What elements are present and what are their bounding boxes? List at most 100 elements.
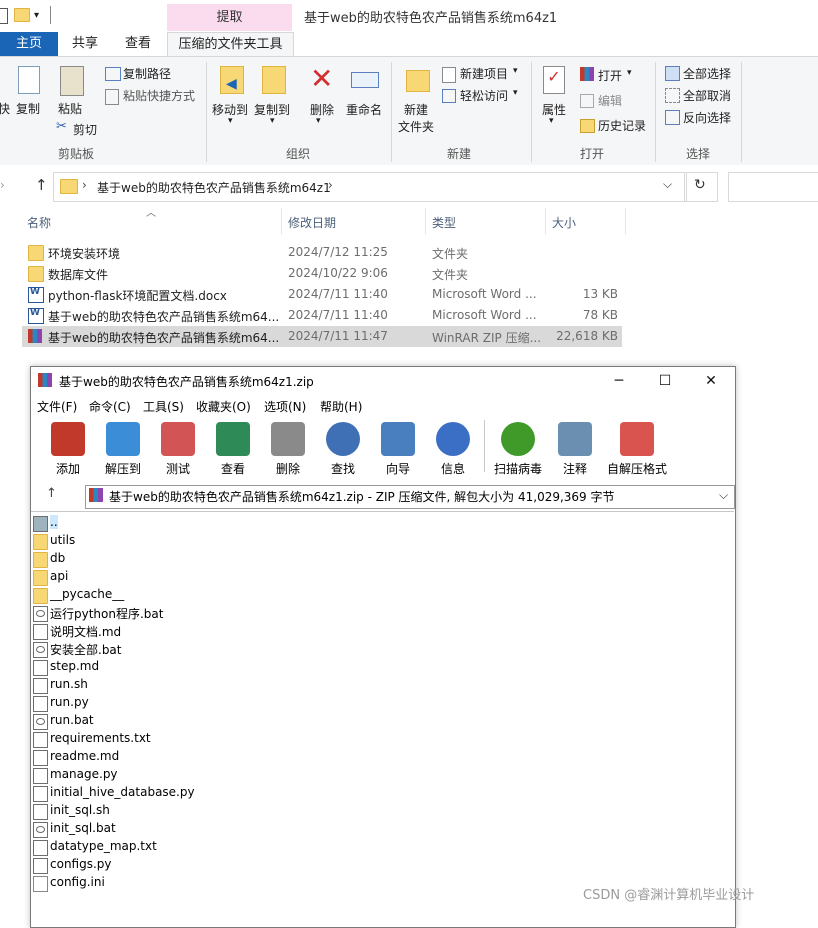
copy-path-button[interactable]: 复制路径 bbox=[123, 65, 171, 82]
cut-button[interactable]: 剪切 bbox=[73, 121, 97, 138]
file-row[interactable]: 数据库文件 2024/10/22 9:06 文件夹 bbox=[22, 263, 622, 284]
file-row-selected[interactable]: 基于web的助农特色农产品销售系统m64... 2024/7/11 11:47 … bbox=[22, 326, 622, 347]
menu-favorites[interactable]: 收藏夹(O) bbox=[196, 398, 251, 415]
select-all-button[interactable]: 全部选择 bbox=[683, 65, 731, 82]
entry-name: run.sh bbox=[50, 677, 88, 691]
invert-selection-button[interactable]: 反向选择 bbox=[683, 109, 731, 126]
menu-tools[interactable]: 工具(S) bbox=[143, 398, 184, 415]
edit-button[interactable]: 编辑 bbox=[598, 92, 622, 109]
column-divider[interactable] bbox=[545, 208, 546, 234]
quick-access-properties-icon[interactable] bbox=[0, 8, 8, 24]
config-file-icon bbox=[33, 876, 48, 892]
file-row[interactable]: 基于web的助农特色农产品销售系统m64... 2024/7/11 11:40 … bbox=[22, 305, 622, 326]
file-date: 2024/7/11 11:40 bbox=[288, 308, 388, 322]
toolbar-scan-virus-button[interactable]: 扫描病毒 bbox=[489, 420, 547, 476]
path-dropdown-icon[interactable]: ⌵ bbox=[719, 488, 728, 503]
file-icon bbox=[33, 696, 48, 712]
breadcrumb-expand-icon[interactable]: › bbox=[328, 178, 333, 192]
word-document-icon bbox=[28, 308, 44, 324]
file-row[interactable]: python-flask环境配置文档.docx 2024/7/11 11:40 … bbox=[22, 284, 622, 305]
winrar-up-arrow-icon[interactable]: ↑ bbox=[46, 486, 57, 501]
easy-access-dropdown-icon[interactable]: ▾ bbox=[513, 88, 518, 98]
toolbar-view-button[interactable]: 查看 bbox=[207, 420, 259, 476]
paste-button[interactable]: 粘贴 bbox=[58, 100, 82, 117]
address-history-dropdown-icon[interactable]: ⌵ bbox=[663, 177, 672, 192]
toolbar-label: 信息 bbox=[440, 462, 465, 476]
toolbar-label: 删除 bbox=[275, 462, 300, 476]
column-divider[interactable] bbox=[625, 208, 626, 234]
new-item-dropdown-icon[interactable]: ▾ bbox=[513, 66, 518, 76]
menu-options[interactable]: 选项(N) bbox=[264, 398, 306, 415]
toolbar-comment-button[interactable]: 注释 bbox=[549, 420, 601, 476]
refresh-icon: ↻ bbox=[694, 177, 706, 193]
menu-help[interactable]: 帮助(H) bbox=[320, 398, 362, 415]
column-divider[interactable] bbox=[281, 208, 282, 234]
quick-access-dropdown-icon[interactable]: ▾ bbox=[34, 10, 39, 21]
open-dropdown-icon[interactable]: ▾ bbox=[627, 68, 632, 78]
paste-shortcut-button[interactable]: 粘贴快捷方式 bbox=[123, 87, 195, 104]
toolbar-find-button[interactable]: 查找 bbox=[317, 420, 369, 476]
history-button[interactable]: 历史记录 bbox=[598, 117, 646, 134]
batch-file-icon bbox=[33, 606, 48, 622]
close-button[interactable]: ✕ bbox=[688, 367, 734, 395]
winrar-path-text: 基于web的助农特色农产品销售系统m64z1.zip - ZIP 压缩文件, 解… bbox=[109, 490, 615, 504]
scissors-icon: ✂ bbox=[56, 119, 67, 134]
search-input[interactable] bbox=[728, 172, 818, 202]
toolbar-label: 解压到 bbox=[104, 462, 141, 476]
new-folder-button-line1[interactable]: 新建 bbox=[404, 101, 428, 118]
tab-view[interactable]: 查看 bbox=[112, 32, 164, 56]
maximize-button[interactable]: ☐ bbox=[642, 367, 688, 395]
toolbar-add-button[interactable]: 添加 bbox=[42, 420, 94, 476]
entry-name: run.bat bbox=[50, 713, 94, 727]
open-button[interactable]: 打开 bbox=[598, 67, 622, 84]
column-header-name[interactable]: 名称 bbox=[27, 214, 51, 231]
toolbar-wizard-button[interactable]: 向导 bbox=[372, 420, 424, 476]
column-header-type[interactable]: 类型 bbox=[432, 214, 456, 231]
copy-to-dropdown-icon[interactable]: ▾ bbox=[270, 116, 275, 126]
tab-home[interactable]: 主页 bbox=[0, 32, 58, 56]
easy-access-button[interactable]: 轻松访问 bbox=[460, 87, 508, 104]
select-none-button[interactable]: 全部取消 bbox=[683, 87, 731, 104]
cut-button-partial[interactable]: 快 bbox=[0, 100, 10, 117]
breadcrumb-separator-icon[interactable]: › bbox=[82, 178, 87, 192]
delete-button[interactable]: 删除 bbox=[310, 101, 334, 118]
up-arrow-icon[interactable]: ↑ bbox=[35, 176, 48, 194]
tab-share[interactable]: 共享 bbox=[58, 32, 112, 56]
select-none-icon bbox=[665, 88, 680, 103]
toolbar-test-button[interactable]: 测试 bbox=[152, 420, 204, 476]
toolbar-delete-button[interactable]: 删除 bbox=[262, 420, 314, 476]
toolbar-info-button[interactable]: 信息 bbox=[427, 420, 479, 476]
column-header-date[interactable]: 修改日期 bbox=[288, 214, 336, 231]
menu-file[interactable]: 文件(F) bbox=[37, 398, 77, 415]
file-name: 基于web的助农特色农产品销售系统m64... bbox=[48, 331, 280, 345]
entry-name: configs.py bbox=[50, 857, 112, 871]
file-type: 文件夹 bbox=[432, 247, 469, 261]
delete-dropdown-icon[interactable]: ▾ bbox=[316, 116, 321, 126]
breadcrumb-current-folder[interactable]: 基于web的助农特色农产品销售系统m64z1 bbox=[97, 179, 331, 196]
rename-button[interactable]: 重命名 bbox=[346, 101, 382, 118]
column-header-size[interactable]: 大小 bbox=[552, 214, 576, 231]
minimize-button[interactable]: ─ bbox=[596, 367, 642, 395]
new-item-button[interactable]: 新建项目 bbox=[460, 65, 508, 82]
move-to-dropdown-icon[interactable]: ▾ bbox=[228, 116, 233, 126]
toolbar-label: 查看 bbox=[220, 462, 245, 476]
file-row[interactable]: 环境安装环境 2024/7/12 11:25 文件夹 bbox=[22, 242, 622, 263]
toolbar-label: 注释 bbox=[562, 462, 587, 476]
menu-commands[interactable]: 命令(C) bbox=[89, 398, 131, 415]
new-folder-button-line2[interactable]: 文件夹 bbox=[398, 118, 434, 135]
quick-access-new-folder-icon[interactable] bbox=[14, 8, 30, 22]
copy-button[interactable]: 复制 bbox=[16, 100, 40, 117]
open-winrar-icon bbox=[580, 67, 594, 81]
forward-arrow-icon[interactable]: › bbox=[0, 178, 5, 192]
comment-bubble-icon bbox=[558, 422, 592, 456]
column-divider[interactable] bbox=[425, 208, 426, 234]
properties-dropdown-icon[interactable]: ▾ bbox=[549, 116, 554, 126]
group-label-select: 选择 bbox=[686, 147, 711, 161]
word-document-icon bbox=[28, 287, 44, 303]
toolbar-extract-to-button[interactable]: 解压到 bbox=[97, 420, 149, 476]
toolbar-sfx-button[interactable]: 自解压格式 bbox=[604, 420, 670, 476]
file-size: 22,618 KB bbox=[556, 329, 618, 343]
tab-compressed-folder-tools[interactable]: 压缩的文件夹工具 bbox=[167, 32, 294, 57]
context-tab-extract[interactable]: 提取 bbox=[167, 4, 292, 31]
properties-button[interactable]: 属性 bbox=[542, 101, 566, 118]
